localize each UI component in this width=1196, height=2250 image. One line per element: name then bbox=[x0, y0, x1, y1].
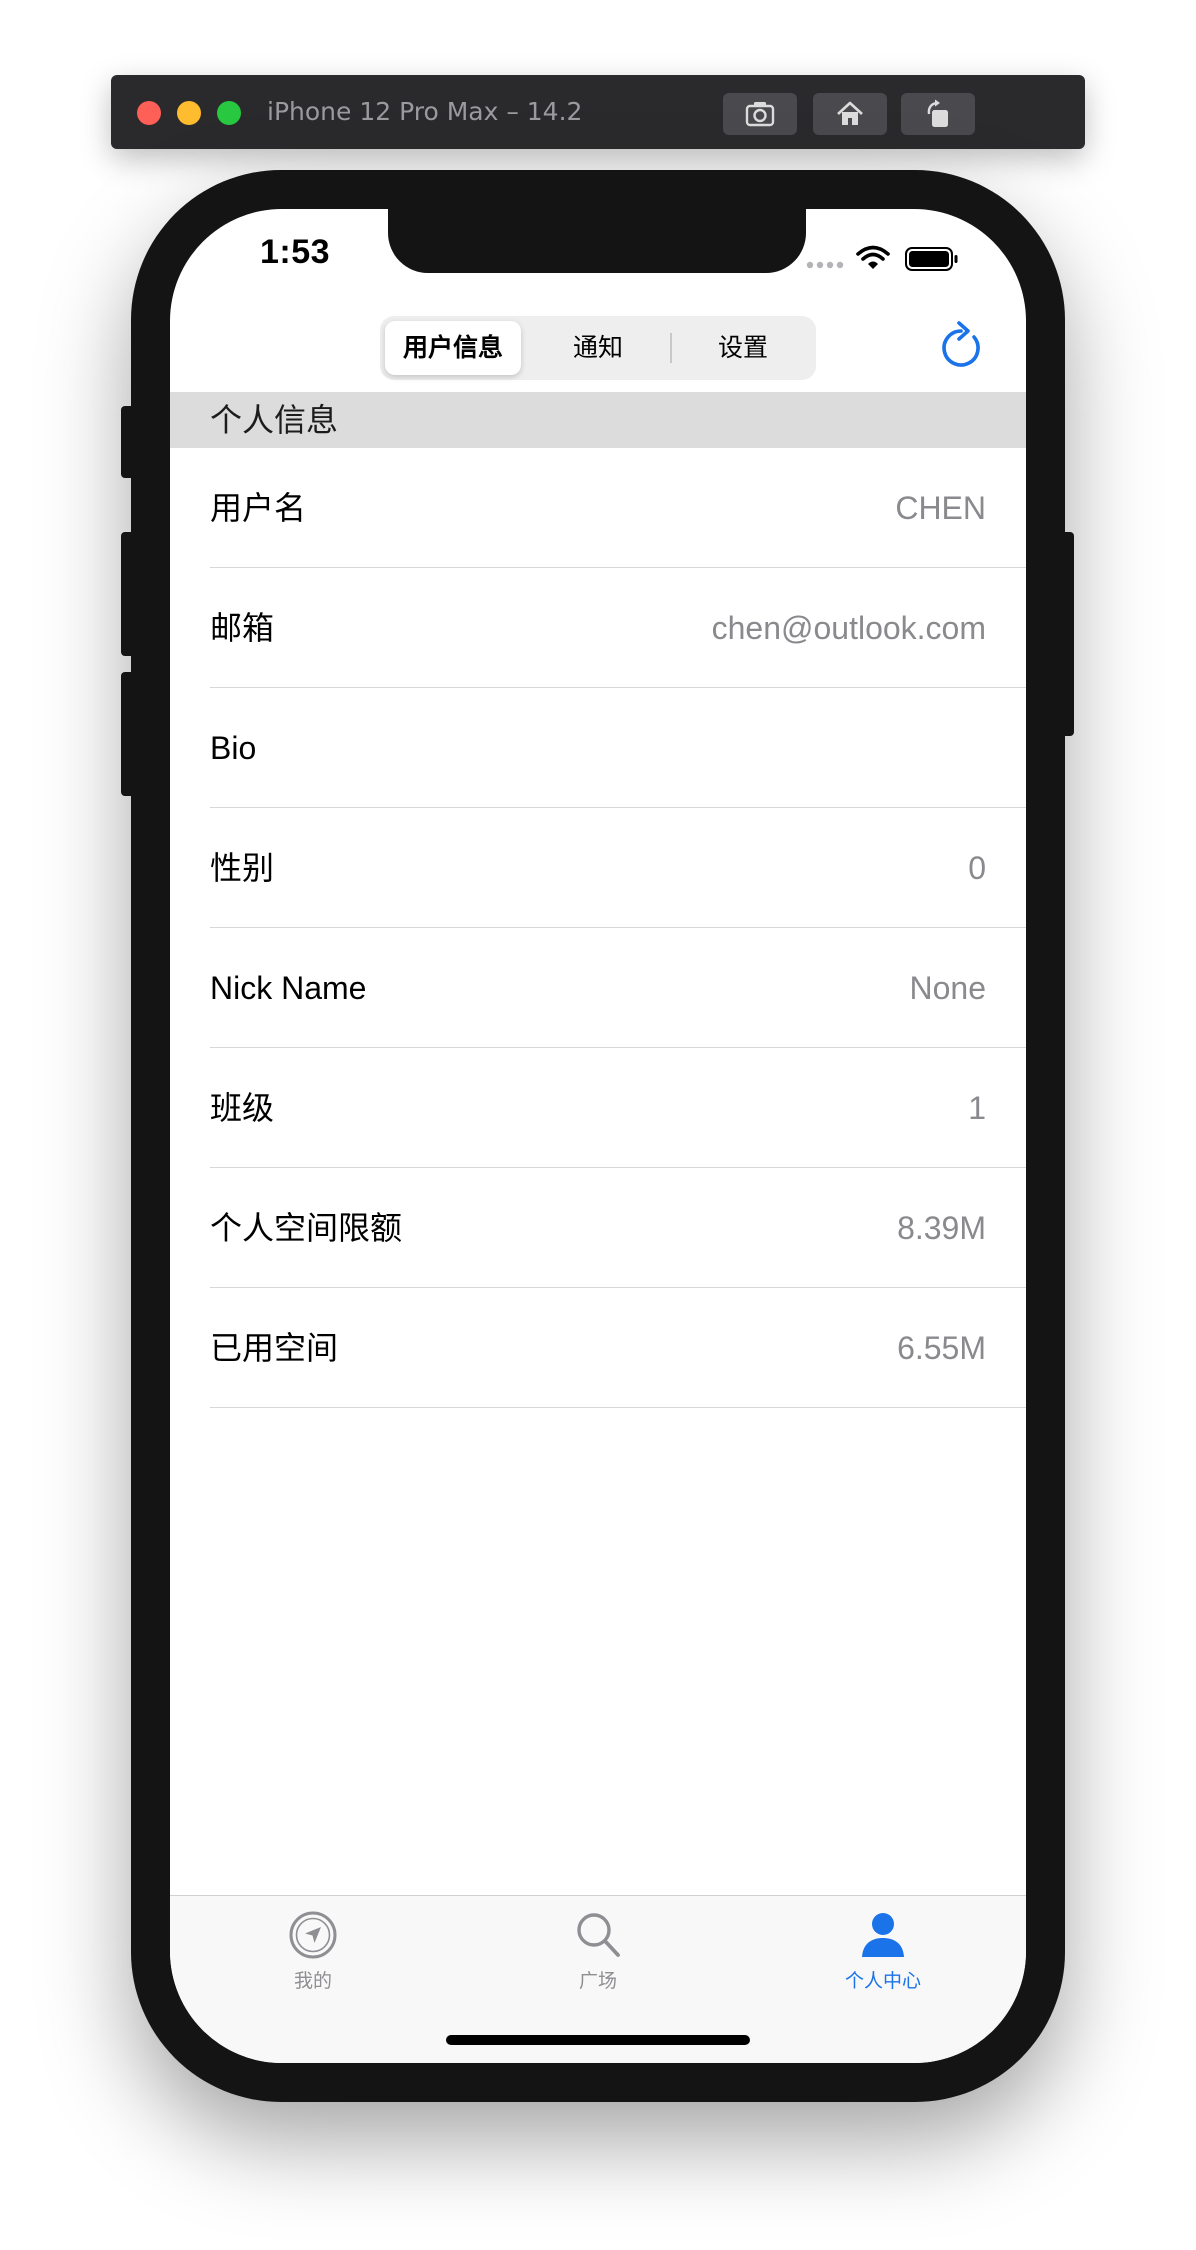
row-label: Nick Name bbox=[210, 970, 367, 1006]
row-username[interactable]: 用户名 CHEN bbox=[170, 448, 1026, 568]
power-button bbox=[1060, 532, 1074, 736]
rotate-button[interactable] bbox=[901, 93, 975, 135]
segment-divider bbox=[670, 333, 672, 363]
refresh-icon bbox=[942, 321, 980, 367]
tab-label: 广场 bbox=[578, 1971, 617, 1992]
volume-up-button bbox=[121, 532, 135, 656]
row-value: 0 bbox=[968, 850, 986, 886]
refresh-button[interactable] bbox=[937, 319, 987, 373]
row-value: 8.39M bbox=[897, 1210, 986, 1246]
row-value: chen@outlook.com bbox=[711, 610, 986, 646]
row-value: None bbox=[909, 970, 987, 1006]
row-value: 1 bbox=[968, 1090, 986, 1126]
signal-dots-icon bbox=[806, 261, 844, 269]
close-window-button[interactable] bbox=[137, 101, 161, 125]
row-bio[interactable]: Bio bbox=[170, 688, 1026, 808]
tab-label: 个人中心 bbox=[844, 1971, 921, 1992]
segment-settings[interactable]: 设置 bbox=[675, 321, 811, 375]
tab-mine[interactable]: 我的 bbox=[243, 1910, 383, 1993]
home-button[interactable] bbox=[813, 93, 887, 135]
zoom-window-button[interactable] bbox=[217, 101, 241, 125]
row-value: 6.55M bbox=[897, 1330, 986, 1366]
row-value: CHEN bbox=[895, 490, 986, 526]
volume-down-button bbox=[121, 672, 135, 796]
segment-notifications[interactable]: 通知 bbox=[530, 321, 666, 375]
notch bbox=[388, 209, 806, 273]
simulator-window: iPhone 12 Pro Max – 14.2 1:53 用户信息 通知 设置… bbox=[0, 0, 1196, 2250]
row-label: 性别 bbox=[210, 850, 275, 886]
search-icon bbox=[577, 1913, 620, 1957]
compass-icon bbox=[289, 1911, 337, 1959]
row-nickname[interactable]: Nick Name None bbox=[170, 928, 1026, 1048]
minimize-window-button[interactable] bbox=[177, 101, 201, 125]
row-email[interactable]: 邮箱 chen@outlook.com bbox=[170, 568, 1026, 688]
row-label: 已用空间 bbox=[210, 1330, 339, 1366]
wifi-icon bbox=[856, 245, 890, 269]
row-class[interactable]: 班级 1 bbox=[170, 1048, 1026, 1168]
user-info-list: 用户名 CHEN 邮箱 chen@outlook.com Bio 性别 0 Ni… bbox=[170, 448, 1026, 1408]
simulator-title: iPhone 12 Pro Max – 14.2 bbox=[267, 97, 583, 126]
simulator-title-bar: iPhone 12 Pro Max – 14.2 bbox=[111, 75, 1085, 149]
tab-profile-center[interactable]: 个人中心 bbox=[813, 1910, 953, 1993]
segment-user-info[interactable]: 用户信息 bbox=[385, 321, 521, 375]
row-gender[interactable]: 性别 0 bbox=[170, 808, 1026, 928]
row-space-quota[interactable]: 个人空间限额 8.39M bbox=[170, 1168, 1026, 1288]
segmented-control: 用户信息 通知 设置 bbox=[380, 316, 816, 380]
rotate-icon bbox=[927, 99, 948, 127]
row-label: 班级 bbox=[210, 1090, 275, 1126]
status-icons bbox=[806, 243, 976, 273]
row-label: 个人空间限额 bbox=[210, 1210, 403, 1246]
status-time: 1:53 bbox=[260, 233, 331, 271]
home-icon bbox=[837, 101, 863, 125]
screenshot-button[interactable] bbox=[723, 93, 797, 135]
screenshot-icon bbox=[745, 102, 775, 127]
battery-icon bbox=[905, 247, 958, 271]
section-title: 个人信息 bbox=[210, 402, 339, 438]
row-label: 邮箱 bbox=[210, 610, 275, 646]
row-space-used[interactable]: 已用空间 6.55M bbox=[170, 1288, 1026, 1408]
section-header: 个人信息 bbox=[170, 392, 1026, 448]
mute-switch bbox=[121, 406, 135, 478]
tab-square[interactable]: 广场 bbox=[528, 1910, 668, 1993]
row-label: 用户名 bbox=[210, 490, 307, 526]
person-icon bbox=[862, 1913, 904, 1957]
app-screen: 1:53 用户信息 通知 设置 个人信息 用户名 CHEN 邮箱 chen@ou… bbox=[170, 209, 1026, 2063]
row-label: Bio bbox=[210, 730, 257, 766]
home-indicator bbox=[446, 2035, 750, 2045]
tab-label: 我的 bbox=[293, 1971, 332, 1992]
